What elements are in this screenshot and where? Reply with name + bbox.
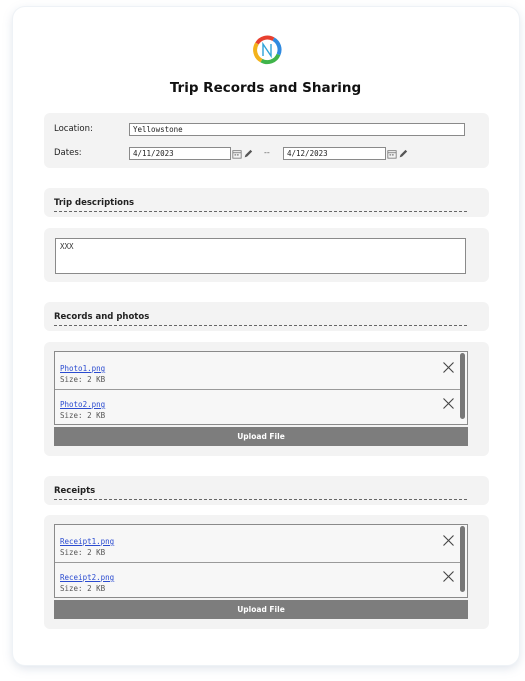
description-textarea[interactable]: XXX bbox=[55, 238, 466, 274]
end-date-input[interactable]: 4/12/2023 bbox=[283, 147, 386, 160]
calendar-icon[interactable] bbox=[387, 148, 397, 160]
section-divider bbox=[54, 499, 467, 500]
file-size: Size: 2 KB bbox=[60, 375, 106, 384]
section-title: Trip descriptions bbox=[54, 198, 135, 208]
start-date-input[interactable]: 4/11/2023 bbox=[129, 147, 231, 160]
file-row: Photo1.png Size: 2 KB bbox=[55, 354, 460, 390]
file-link[interactable]: Receipt2.png bbox=[60, 573, 114, 582]
location-input[interactable]: Yellowstone bbox=[129, 123, 465, 136]
page-title: Trip Records and Sharing bbox=[169, 80, 362, 96]
section-divider bbox=[54, 211, 467, 212]
section-title: Records and photos bbox=[54, 312, 150, 322]
trip-descriptions-panel: XXX bbox=[44, 228, 489, 282]
file-row: Receipt2.png Size: 2 KB bbox=[55, 563, 460, 597]
receipts-panel: Receipt1.png Size: 2 KB Receipt2.png Siz… bbox=[44, 515, 489, 629]
file-link[interactable]: Photo1.png bbox=[60, 364, 105, 373]
scrollbar[interactable] bbox=[460, 526, 465, 592]
records-header: Records and photos bbox=[44, 302, 489, 331]
records-panel: Photo1.png Size: 2 KB Photo2.png Size: 2… bbox=[44, 342, 489, 456]
calendar-icon[interactable] bbox=[232, 148, 242, 160]
receipts-header: Receipts bbox=[44, 476, 489, 505]
file-row: Photo2.png Size: 2 KB bbox=[55, 390, 460, 424]
logo-icon bbox=[253, 35, 282, 65]
trip-info-panel: Location: Yellowstone Dates: 4/11/2023 -… bbox=[44, 113, 489, 168]
pencil-icon[interactable] bbox=[243, 148, 253, 160]
file-row: Receipt1.png Size: 2 KB bbox=[55, 527, 460, 563]
file-link[interactable]: Receipt1.png bbox=[60, 537, 114, 546]
file-link[interactable]: Photo2.png bbox=[60, 400, 105, 409]
pencil-icon[interactable] bbox=[398, 148, 408, 160]
close-icon[interactable] bbox=[443, 362, 454, 373]
file-list[interactable]: Photo1.png Size: 2 KB Photo2.png Size: 2… bbox=[54, 351, 468, 425]
location-label: Location: bbox=[54, 124, 93, 134]
file-size: Size: 2 KB bbox=[60, 584, 106, 593]
section-divider bbox=[54, 325, 467, 326]
upload-file-button[interactable]: Upload File bbox=[54, 427, 468, 446]
section-title: Receipts bbox=[54, 486, 96, 496]
close-icon[interactable] bbox=[443, 571, 454, 582]
dates-label: Dates: bbox=[54, 148, 82, 158]
close-icon[interactable] bbox=[443, 535, 454, 546]
file-size: Size: 2 KB bbox=[60, 411, 106, 420]
scrollbar[interactable] bbox=[460, 353, 465, 419]
date-separator: -- bbox=[264, 148, 270, 157]
trip-descriptions-header: Trip descriptions bbox=[44, 188, 489, 217]
file-size: Size: 2 KB bbox=[60, 548, 106, 557]
file-list[interactable]: Receipt1.png Size: 2 KB Receipt2.png Siz… bbox=[54, 524, 468, 598]
close-icon[interactable] bbox=[443, 398, 454, 409]
upload-file-button[interactable]: Upload File bbox=[54, 600, 468, 619]
